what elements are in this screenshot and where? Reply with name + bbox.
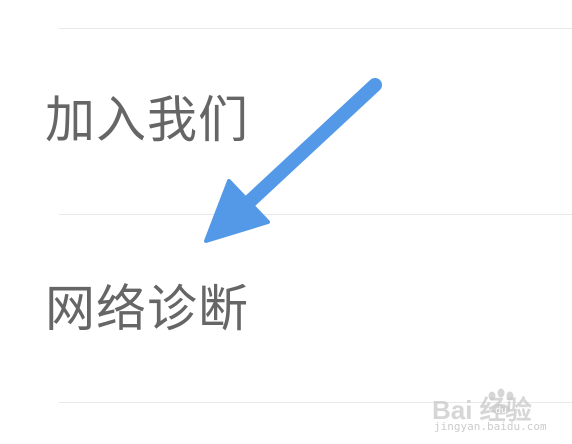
menu-divider — [59, 28, 572, 29]
menu-divider — [59, 402, 572, 403]
settings-menu-screen: 加入我们 网络诊断 Bai 经验 du jingyan.baidu.com — [0, 0, 572, 444]
menu-item-label: 加入我们 — [45, 91, 249, 149]
svg-text:du: du — [495, 406, 506, 416]
watermark-site: jingyan.baidu.com — [434, 420, 547, 433]
menu-item-label: 网络诊断 — [45, 280, 249, 338]
menu-divider — [59, 214, 572, 215]
menu-item-join-us[interactable]: 加入我们 — [0, 40, 572, 210]
menu-item-network-diagnosis[interactable]: 网络诊断 — [0, 226, 572, 396]
